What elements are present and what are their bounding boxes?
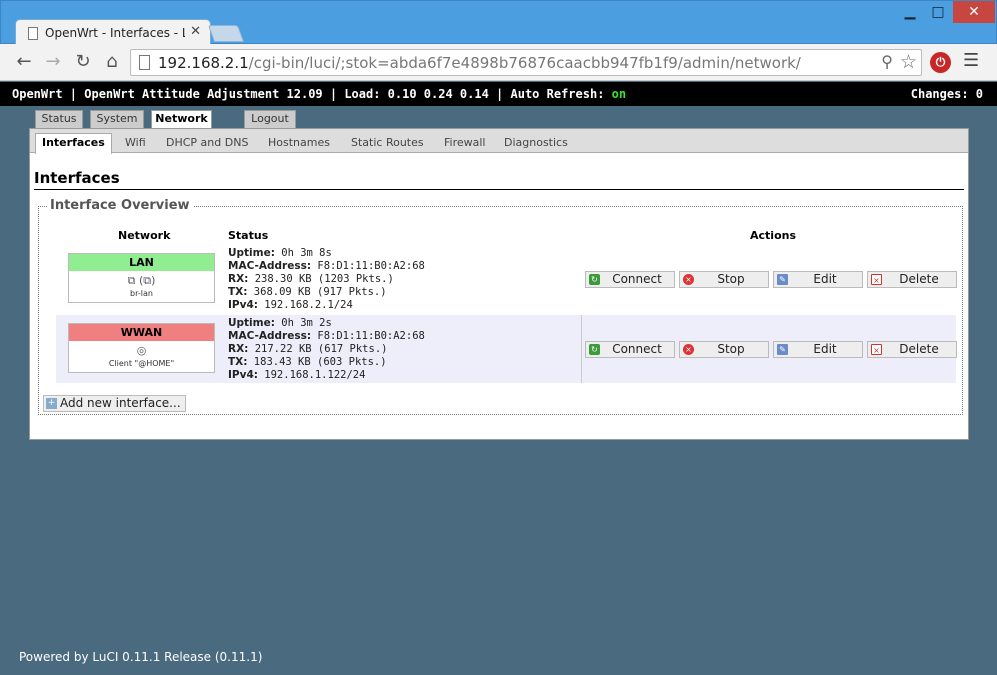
column-divider	[581, 315, 582, 383]
delete-icon: ×	[871, 274, 882, 285]
page-info-icon[interactable]	[139, 55, 150, 70]
network-name: LAN	[69, 254, 214, 271]
stop-icon: ×	[683, 344, 694, 355]
reload-icon[interactable]: ↻	[71, 51, 95, 73]
stop-button[interactable]: × Stop	[679, 271, 769, 288]
device-name: Client "@HOME"	[108, 359, 175, 368]
tab-static-routes[interactable]: Static Routes	[351, 134, 424, 153]
tab-firewall[interactable]: Firewall	[444, 134, 485, 153]
forward-arrow-icon[interactable]: →	[41, 51, 65, 73]
edit-button[interactable]: ✎ Edit	[773, 341, 863, 358]
page-icon	[28, 27, 38, 40]
content-panel: Interfaces Wifi DHCP and DNS Hostnames S…	[29, 128, 969, 440]
browser-toolbar: ← → ↻ ⌂ 192.168.2.1/cgi-bin/luci/;stok=a…	[0, 44, 997, 81]
sub-menu: Interfaces Wifi DHCP and DNS Hostnames S…	[30, 129, 968, 154]
tab-close-icon[interactable]: ✕	[190, 24, 201, 39]
extension-stop-icon[interactable]: ⏻	[930, 52, 951, 73]
menu-status[interactable]: Status	[35, 110, 83, 128]
device-name: br-lan	[130, 289, 153, 298]
address-bar[interactable]: 192.168.2.1/cgi-bin/luci/;stok=abda6f7e4…	[130, 49, 922, 76]
stop-button[interactable]: × Stop	[679, 341, 769, 358]
connect-button[interactable]: ↻ Connect	[585, 341, 675, 358]
edit-icon: ✎	[777, 274, 788, 285]
edit-button[interactable]: ✎ Edit	[773, 271, 863, 288]
maximize-icon[interactable]: □	[925, 1, 951, 23]
url-text[interactable]: 192.168.2.1/cgi-bin/luci/;stok=abda6f7e4…	[158, 54, 801, 72]
table-row: WWAN ◎ Client "@HOME" Uptime: 0h 3m 2s M…	[56, 315, 957, 383]
tab-interfaces[interactable]: Interfaces	[35, 133, 112, 154]
table-row: LAN ⧉ (⧉) br-lan Uptime: 0h 3m 8s MAC-Ad…	[56, 245, 957, 313]
menu-logout[interactable]: Logout	[244, 110, 296, 128]
auto-refresh-toggle[interactable]: on	[612, 87, 626, 101]
delete-button[interactable]: × Delete	[867, 271, 957, 288]
connect-icon: ↻	[589, 274, 600, 285]
network-name: WWAN	[69, 324, 214, 341]
delete-icon: ×	[871, 344, 882, 355]
new-tab-button[interactable]	[207, 25, 245, 42]
interface-overview: Interface Overview Network Status Action…	[38, 198, 963, 415]
tab-wifi[interactable]: Wifi	[125, 134, 146, 153]
header-info: OpenWrt | OpenWrt Attitude Adjustment 12…	[12, 87, 627, 101]
edit-icon: ✎	[777, 344, 788, 355]
add-interface-button[interactable]: + Add new interface...	[43, 395, 186, 412]
minimize-icon[interactable]: ▁	[897, 1, 923, 23]
search-icon[interactable]: ⚲	[881, 52, 893, 71]
tab-title: OpenWrt - Interfaces - LuCI	[45, 26, 185, 40]
stop-icon: ×	[683, 274, 694, 285]
network-badge-lan[interactable]: LAN ⧉ (⧉) br-lan	[68, 253, 215, 303]
col-actions: Actions	[750, 229, 796, 242]
footer: Powered by LuCI 0.11.1 Release (0.11.1)	[19, 650, 263, 664]
changes-link[interactable]: Changes: 0	[911, 87, 983, 101]
menu-network[interactable]: Network	[151, 110, 212, 129]
window-titlebar: OpenWrt - Interfaces - LuCI ✕ ▁ □ ✕	[0, 0, 997, 46]
hamburger-menu-icon[interactable]: ☰	[963, 50, 979, 71]
wifi-signal-icon: ◎	[136, 344, 147, 357]
ethernet-icon: ⧉ (⧉)	[127, 274, 156, 287]
status-info: Uptime: 0h 3m 8s MAC-Address: F8:D1:11:B…	[228, 247, 425, 311]
connect-icon: ↻	[589, 344, 600, 355]
browser-tab[interactable]: OpenWrt - Interfaces - LuCI ✕	[15, 19, 211, 46]
close-window-icon[interactable]: ✕	[953, 1, 995, 23]
page-title: Interfaces	[34, 169, 964, 190]
delete-button[interactable]: × Delete	[867, 341, 957, 358]
tab-diagnostics[interactable]: Diagnostics	[504, 134, 568, 153]
back-arrow-icon[interactable]: ←	[12, 51, 36, 73]
status-info: Uptime: 0h 3m 2s MAC-Address: F8:D1:11:B…	[228, 317, 425, 381]
tab-dhcp-dns[interactable]: DHCP and DNS	[166, 134, 248, 153]
col-status: Status	[228, 229, 269, 242]
menu-system[interactable]: System	[90, 110, 144, 128]
home-icon[interactable]: ⌂	[100, 51, 124, 73]
tab-hostnames[interactable]: Hostnames	[268, 134, 330, 153]
network-badge-wwan[interactable]: WWAN ◎ Client "@HOME"	[68, 323, 215, 373]
col-network: Network	[118, 229, 171, 242]
connect-button[interactable]: ↻ Connect	[585, 271, 675, 288]
add-icon: +	[46, 398, 57, 409]
luci-header: OpenWrt | OpenWrt Attitude Adjustment 12…	[0, 82, 997, 106]
bookmark-star-icon[interactable]: ☆	[900, 51, 917, 73]
section-legend: Interface Overview	[47, 198, 193, 213]
